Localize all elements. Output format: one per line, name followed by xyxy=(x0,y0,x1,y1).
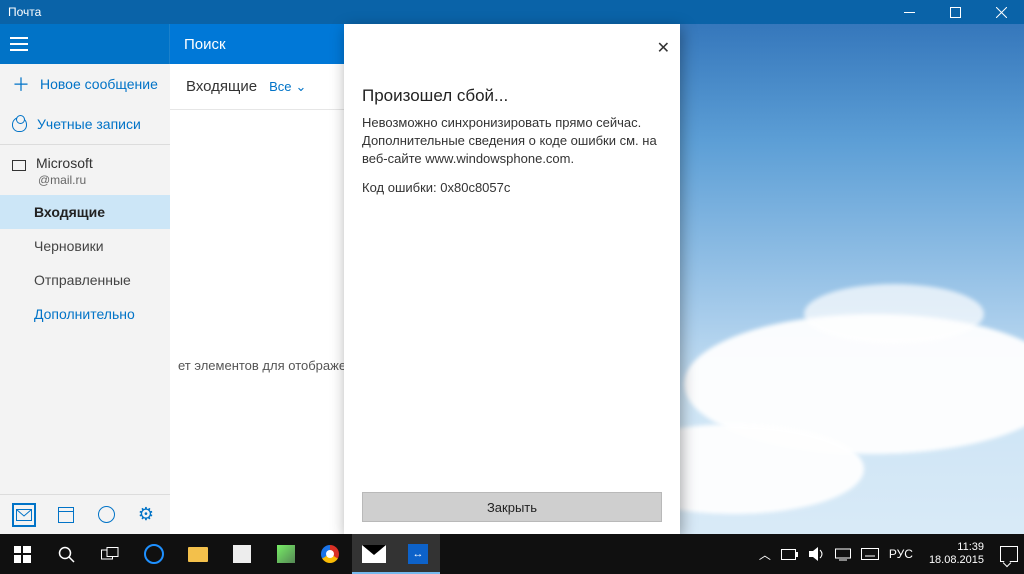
app-icon xyxy=(277,545,295,563)
taskbar-app-edge[interactable] xyxy=(132,534,176,574)
account-row[interactable]: Microsoft xyxy=(0,145,170,173)
plus-icon: ＋ xyxy=(12,71,30,97)
language-indicator[interactable]: РУС xyxy=(889,547,913,561)
store-icon xyxy=(233,545,251,563)
clock-time: 11:39 xyxy=(929,541,984,554)
folder-more[interactable]: Дополнительно xyxy=(0,297,170,331)
minimize-button[interactable] xyxy=(886,0,932,24)
dialog-body-1: Невозможно синхронизировать прямо сейчас… xyxy=(362,114,662,169)
sidebar-header xyxy=(0,24,170,64)
settings-icon[interactable]: ⚙ xyxy=(136,505,156,525)
system-tray: ︿ РУС 11:39 18.08.2015 xyxy=(759,534,1024,574)
search-placeholder: Поиск xyxy=(184,36,226,53)
chevron-down-icon: ⌄ xyxy=(296,79,307,95)
folder-title: Входящие xyxy=(186,78,257,95)
dialog-close-action-button[interactable]: Закрыть xyxy=(362,492,662,522)
maximize-button[interactable] xyxy=(932,0,978,24)
window-title: Почта xyxy=(8,5,41,19)
tray-overflow-button[interactable]: ︿ xyxy=(759,546,771,563)
edge-icon xyxy=(144,544,164,564)
sidebar: ＋ Новое сообщение Учетные записи Microso… xyxy=(0,64,170,534)
dialog-title: Произошел сбой... xyxy=(362,86,662,106)
app-titlebar: Почта xyxy=(0,0,1024,24)
accounts-label: Учетные записи xyxy=(37,116,141,132)
start-button[interactable] xyxy=(0,534,44,574)
person-icon xyxy=(12,117,27,132)
mail-taskbar-icon xyxy=(362,545,386,563)
chrome-icon xyxy=(321,545,339,563)
file-explorer-icon xyxy=(188,547,208,562)
feedback-icon[interactable] xyxy=(96,505,116,525)
folder-inbox[interactable]: Входящие xyxy=(0,195,170,229)
folder-icon xyxy=(12,160,26,171)
keyboard-icon[interactable] xyxy=(861,548,879,560)
folder-sent[interactable]: Отправленные xyxy=(0,263,170,297)
new-message-label: Новое сообщение xyxy=(40,76,158,92)
accounts-button[interactable]: Учетные записи xyxy=(0,104,170,144)
dialog-close-button[interactable]: ✕ xyxy=(657,38,670,58)
error-dialog: ✕ Произошел сбой... Невозможно синхрониз… xyxy=(344,24,680,534)
filter-dropdown[interactable]: Все ⌄ xyxy=(269,79,306,95)
teamviewer-icon: ↔ xyxy=(408,544,428,564)
taskbar-app-store[interactable] xyxy=(220,534,264,574)
hamburger-menu-button[interactable] xyxy=(10,37,28,51)
taskbar-app-chrome[interactable] xyxy=(308,534,352,574)
filter-label: Все xyxy=(269,79,291,94)
volume-icon[interactable] xyxy=(809,547,825,561)
network-icon[interactable] xyxy=(835,547,851,561)
close-window-button[interactable] xyxy=(978,0,1024,24)
taskbar-app-teamviewer[interactable]: ↔ xyxy=(396,534,440,574)
account-name: Microsoft xyxy=(36,155,93,171)
battery-icon[interactable] xyxy=(781,549,799,560)
task-view-button[interactable] xyxy=(88,534,132,574)
cloud-decoration xyxy=(804,284,984,344)
search-taskbar-button[interactable] xyxy=(44,534,88,574)
dialog-body-2: Код ошибки: 0x80c8057c xyxy=(362,179,662,197)
clock[interactable]: 11:39 18.08.2015 xyxy=(923,541,990,567)
account-email: @mail.ru xyxy=(0,173,170,195)
folder-drafts[interactable]: Черновики xyxy=(0,229,170,263)
taskbar: ↔ ︿ РУС 11:39 18.08.2015 xyxy=(0,534,1024,574)
action-center-button[interactable] xyxy=(1000,546,1018,562)
mail-icon[interactable] xyxy=(12,503,36,527)
clock-date: 18.08.2015 xyxy=(929,554,984,567)
taskbar-app-generic[interactable] xyxy=(264,534,308,574)
calendar-icon[interactable] xyxy=(56,505,76,525)
new-message-button[interactable]: ＋ Новое сообщение xyxy=(0,64,170,104)
taskbar-app-explorer[interactable] xyxy=(176,534,220,574)
sidebar-bottom-bar: ⚙ xyxy=(0,494,170,534)
taskbar-app-mail[interactable] xyxy=(352,534,396,574)
